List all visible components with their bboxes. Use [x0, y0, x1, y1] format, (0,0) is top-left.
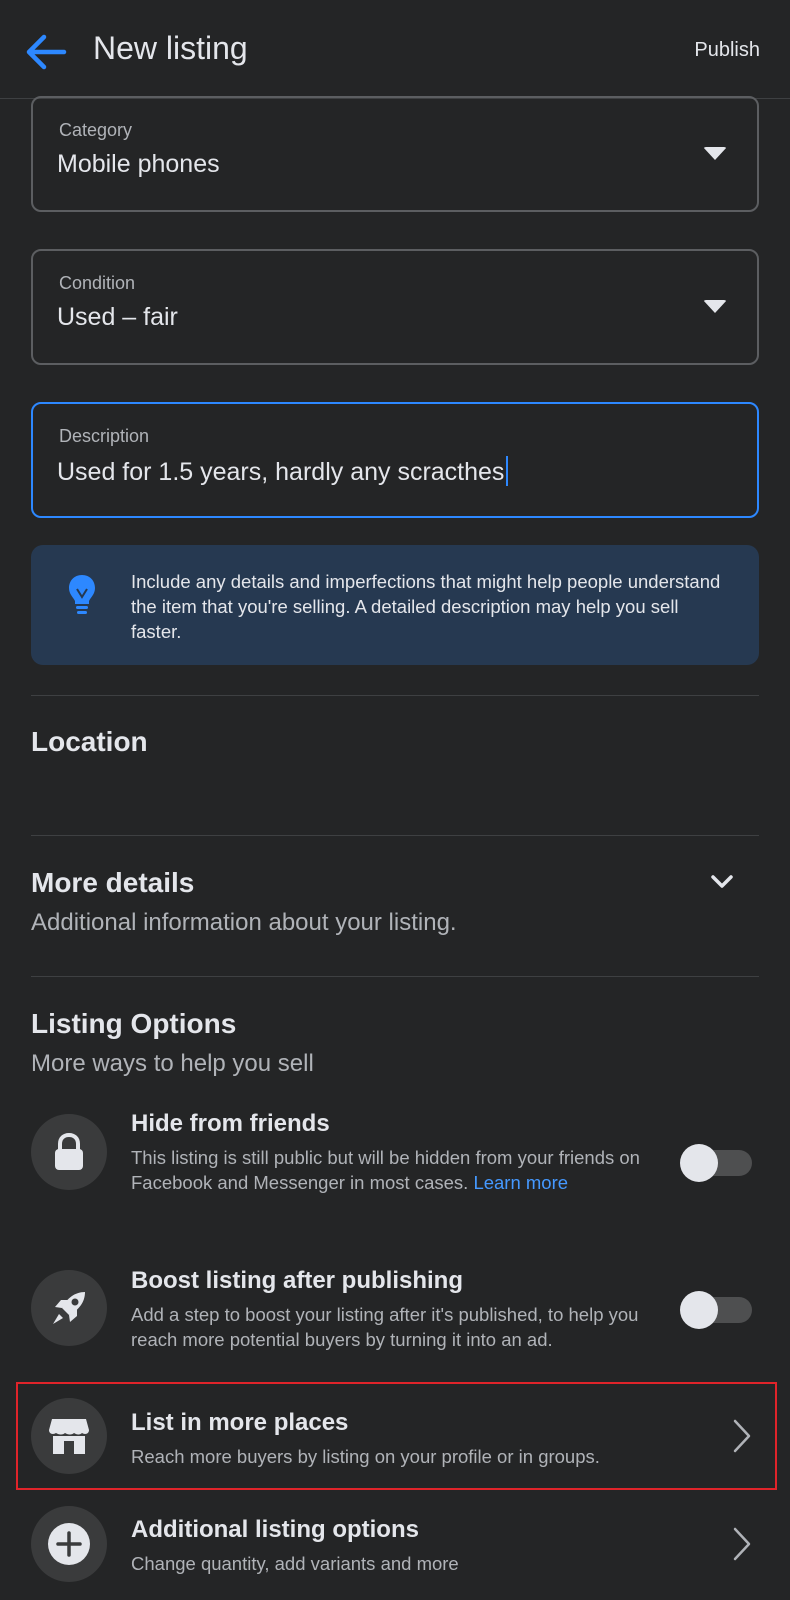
tip-text: Include any details and imperfections th…	[131, 571, 721, 642]
back-arrow-icon	[26, 34, 67, 70]
rocket-icon	[31, 1270, 107, 1346]
option-title: List in more places	[131, 1409, 349, 1436]
learn-more-link[interactable]: Learn more	[473, 1172, 568, 1193]
chevron-down-icon[interactable]	[710, 874, 734, 890]
description-text: Used for 1.5 years, hardly any scracthes	[57, 458, 505, 486]
top-bar: New listing Publish	[0, 0, 790, 99]
page-title: New listing	[93, 30, 248, 66]
store-icon	[31, 1398, 107, 1474]
hide-from-friends-toggle[interactable]	[680, 1144, 752, 1182]
option-description: Change quantity, add variants and more	[131, 1553, 459, 1574]
description-field[interactable]: Description Used for 1.5 years, hardly a…	[31, 402, 759, 518]
category-value: Mobile phones	[57, 150, 220, 178]
location-title[interactable]: Location	[31, 726, 148, 758]
option-title: Hide from friends	[131, 1110, 330, 1137]
description-input[interactable]: Used for 1.5 years, hardly any scracthes	[57, 456, 509, 487]
description-tip: Include any details and imperfections th…	[31, 545, 759, 665]
category-label: Category	[59, 120, 133, 140]
more-details-subtitle: Additional information about your listin…	[31, 909, 457, 936]
listing-options-subtitle: More ways to help you sell	[31, 1050, 314, 1077]
text-cursor	[506, 456, 509, 486]
option-title: Additional listing options	[131, 1516, 419, 1543]
divider	[31, 835, 759, 836]
dropdown-caret-icon	[703, 147, 727, 160]
back-button[interactable]	[22, 28, 70, 76]
condition-value: Used – fair	[57, 303, 178, 331]
condition-label: Condition	[59, 273, 136, 293]
toggle-knob	[680, 1291, 718, 1329]
toggle-knob	[680, 1144, 718, 1182]
condition-dropdown[interactable]: Condition Used – fair	[31, 249, 759, 365]
option-description: Add a step to boost your listing after i…	[131, 1304, 639, 1350]
listing-options-title: Listing Options	[31, 1008, 237, 1039]
description-label: Description	[59, 426, 150, 446]
divider	[31, 695, 759, 696]
more-details-title: More details	[31, 867, 195, 898]
plus-circle-icon	[31, 1506, 107, 1582]
publish-button[interactable]: Publish	[694, 39, 760, 62]
option-description: This listing is still public but will be…	[131, 1145, 661, 1195]
lightbulb-icon	[69, 575, 95, 614]
category-dropdown[interactable]: Category Mobile phones	[31, 96, 759, 212]
divider	[31, 976, 759, 977]
dropdown-caret-icon	[703, 300, 727, 313]
chevron-right-icon	[733, 1527, 751, 1561]
option-title: Boost listing after publishing	[131, 1267, 463, 1294]
chevron-right-icon	[733, 1419, 751, 1453]
boost-listing-toggle[interactable]	[680, 1291, 752, 1329]
lock-icon	[31, 1114, 107, 1190]
option-description: Reach more buyers by listing on your pro…	[131, 1446, 600, 1467]
